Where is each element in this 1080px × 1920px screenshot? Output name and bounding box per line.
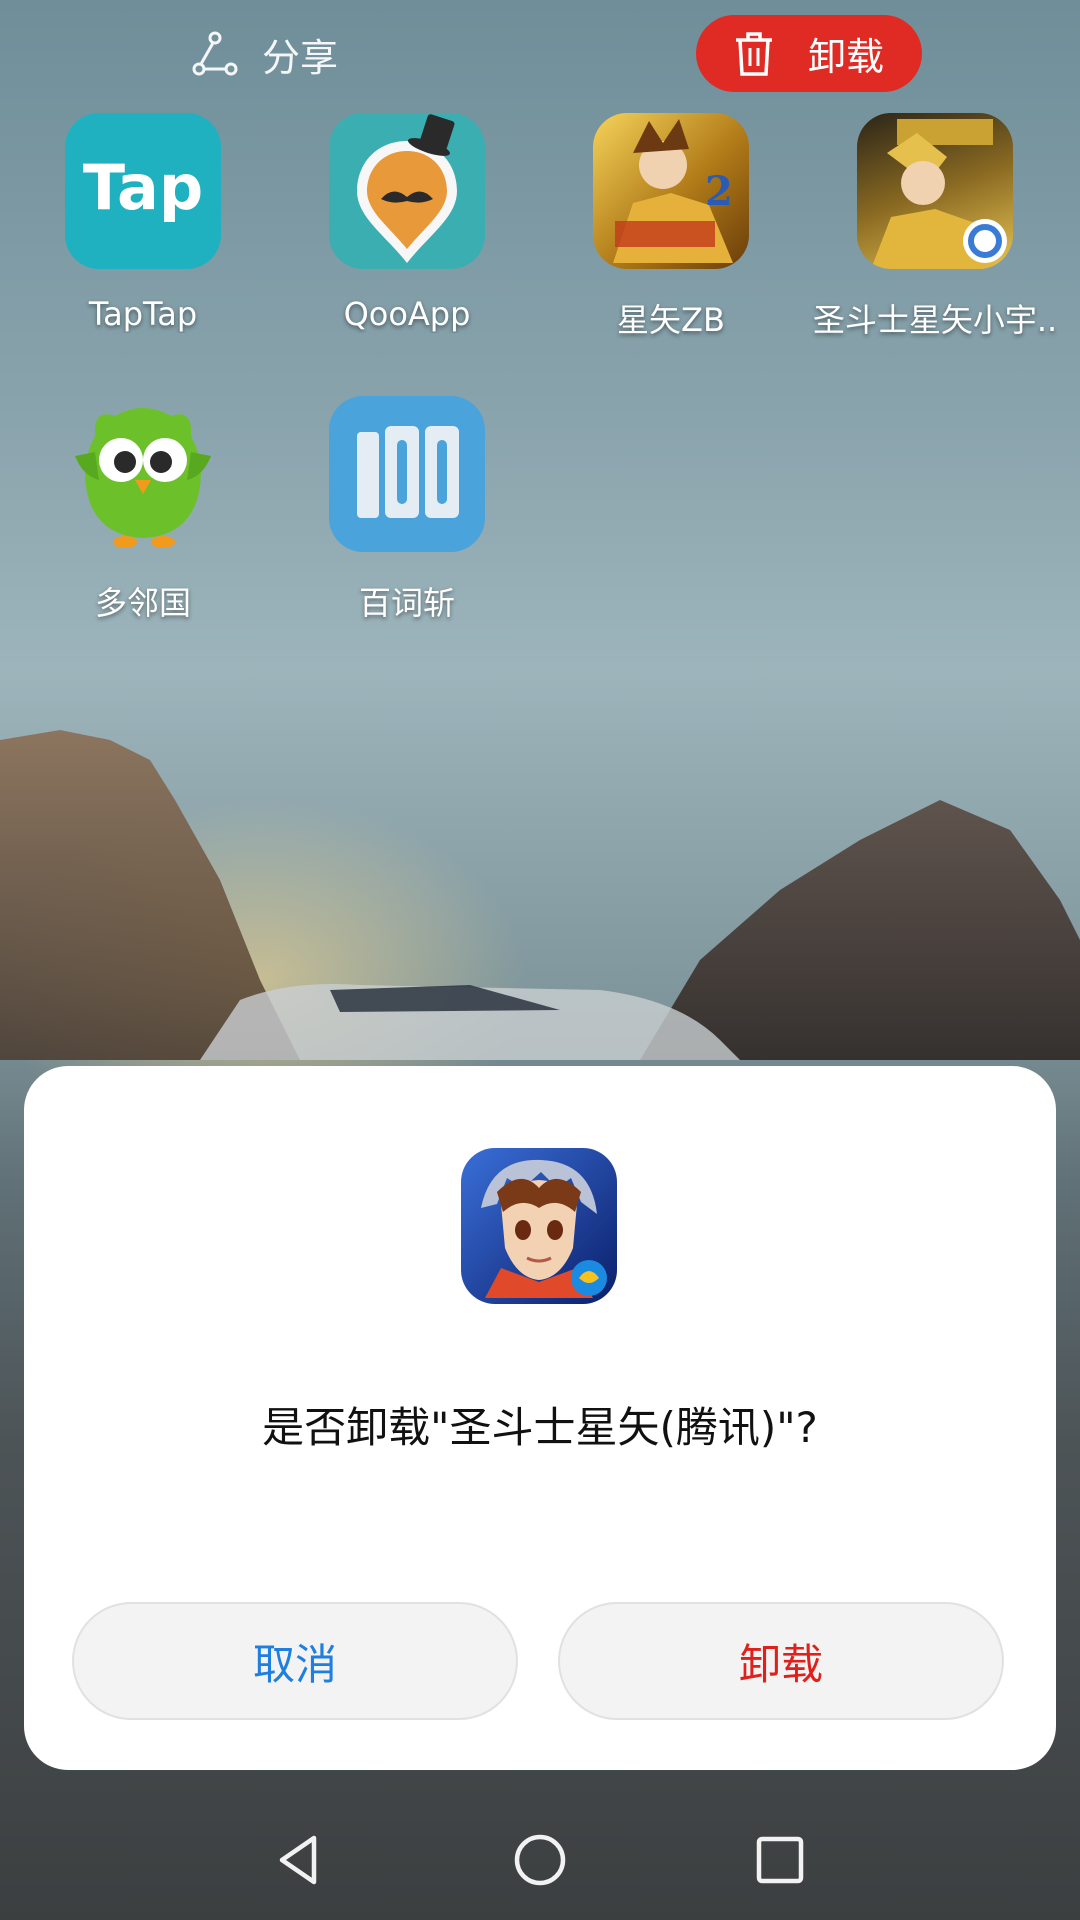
navigation-bar xyxy=(0,1800,1080,1920)
app-label: QooApp xyxy=(343,295,471,333)
app-label: 多邻国 xyxy=(94,584,191,622)
cancel-button[interactable]: 取消 xyxy=(72,1602,518,1720)
recents-square-icon[interactable] xyxy=(750,1830,810,1890)
back-triangle-icon[interactable] xyxy=(270,1830,330,1890)
taptap-icon-text: Tap xyxy=(82,151,204,224)
qooapp-icon xyxy=(329,113,485,269)
saint-seiya-zb-icon: 2 xyxy=(593,113,749,269)
baicizhan-icon xyxy=(329,396,485,552)
uninstall-confirm-message: 是否卸载"圣斗士星矢(腾讯)"? xyxy=(262,1403,818,1452)
uninstall-label: 卸载 xyxy=(808,35,885,79)
svg-text:2: 2 xyxy=(705,168,733,215)
trash-icon xyxy=(736,31,772,76)
saint-seiya-tencent-icon xyxy=(461,1148,617,1304)
uninstall-dialog: 是否卸载"圣斗士星矢(腾讯)"? 取消 卸载 xyxy=(24,1066,1056,1770)
app-qooapp[interactable]: QooApp xyxy=(275,113,539,333)
share-label: 分享 xyxy=(262,35,339,80)
app-label: 圣斗士星矢小宇.. xyxy=(812,301,1058,339)
uninstall-drop-target[interactable]: 卸载 xyxy=(696,15,922,92)
app-duolingo[interactable]: 多邻国 xyxy=(11,396,275,624)
app-label: TapTap xyxy=(88,295,198,333)
app-saint-seiya-cosmo[interactable]: 圣斗士星矢小宇.. xyxy=(803,113,1067,341)
app-baicizhan[interactable]: 百词斩 xyxy=(275,396,539,624)
saint-seiya-cosmo-icon xyxy=(857,113,1013,269)
home-circle-icon[interactable] xyxy=(510,1830,570,1890)
app-label: 百词斩 xyxy=(358,584,455,622)
share-button[interactable]: 分享 xyxy=(192,24,338,84)
app-saint-seiya-zb[interactable]: 2 星矢ZB xyxy=(539,113,803,341)
duolingo-icon xyxy=(65,396,221,552)
app-label: 星矢ZB xyxy=(617,301,725,339)
taptap-icon: Tap xyxy=(65,113,221,269)
share-icon xyxy=(192,31,238,76)
confirm-uninstall-button[interactable]: 卸载 xyxy=(558,1602,1004,1720)
app-taptap[interactable]: Tap TapTap xyxy=(11,113,275,333)
